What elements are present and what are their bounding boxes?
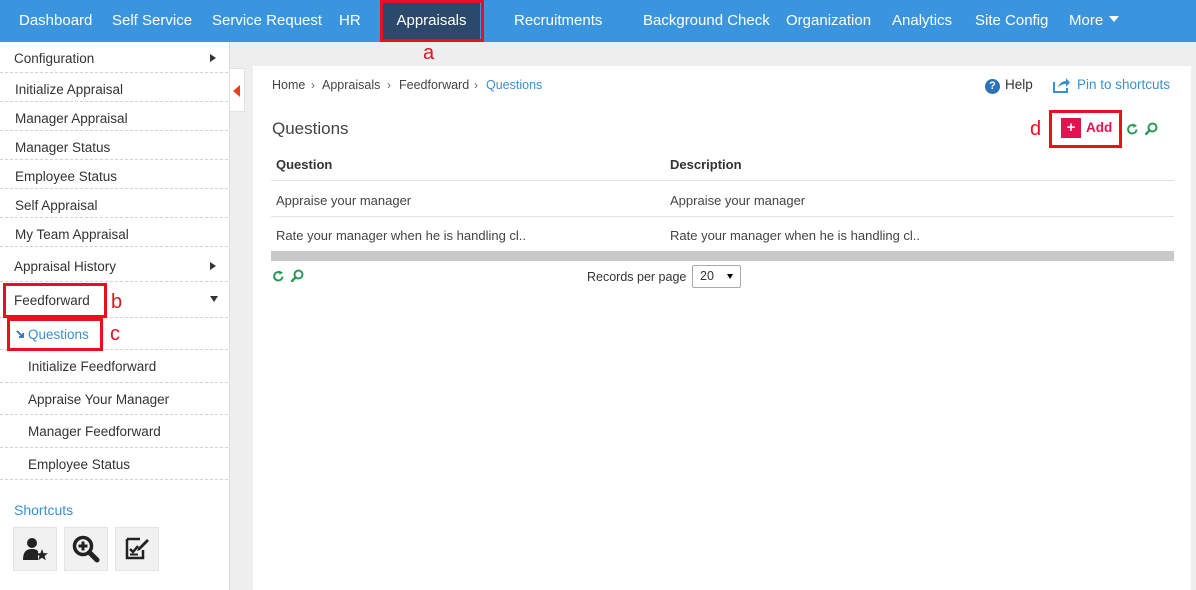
header-divider [271,180,1174,181]
help-icon[interactable]: ? [985,79,1000,94]
sidebar-feedforward-label: Feedforward [14,293,90,308]
cell-question: Appraise your manager [276,193,412,208]
breadcrumb-separator-icon: › [474,78,478,92]
breadcrumb-home[interactable]: Home [272,78,305,92]
nav-more[interactable]: More [1069,0,1120,42]
shortcut-checklist-button[interactable] [115,527,159,571]
user-star-icon [23,538,48,561]
breadcrumb-separator-icon: › [311,78,315,92]
nav-hr[interactable]: HR [339,0,361,42]
sidebar-configuration[interactable]: Configuration [0,42,228,73]
sidebar-item-self-appraisal[interactable]: Self Appraisal [0,189,228,218]
sidebar-item-employee-status[interactable]: Employee Status [0,160,228,189]
refresh-icon[interactable] [1126,123,1139,136]
annotation-label-d: d [1030,118,1042,140]
plus-icon: + [1061,118,1081,138]
top-navigation-bar: Dashboard Self Service Service Request H… [0,0,1196,42]
nav-background-check[interactable]: Background Check [643,0,770,42]
sidebar-item-manager-appraisal[interactable]: Manager Appraisal [0,102,228,131]
chevron-right-icon [210,262,216,270]
arrow-down-right-icon [16,330,24,338]
sidebar-sub-questions-label: Questions [28,327,89,342]
nav-more-label: More [1069,12,1104,29]
checklist-edit-icon [125,537,149,560]
shortcut-zoom-button[interactable] [64,527,108,571]
breadcrumb-appraisals[interactable]: Appraisals [322,78,380,92]
cell-description: Appraise your manager [670,193,806,208]
nav-recruitments[interactable]: Recruitments [514,0,602,42]
add-button-label: Add [1086,120,1113,135]
search-icon[interactable] [1145,122,1158,135]
sidebar-sub-appraise-your-manager[interactable]: Appraise Your Manager [0,383,228,415]
nav-appraisals[interactable]: Appraisals [383,0,480,42]
nav-self-service[interactable]: Self Service [112,0,192,42]
pin-to-shortcuts-link[interactable]: Pin to shortcuts [1077,77,1170,92]
main-panel: Home › Appraisals › Feedforward › Questi… [253,66,1191,590]
records-per-page-value: 20 [700,269,714,283]
chevron-down-icon [1109,16,1120,22]
share-pin-icon[interactable] [1052,77,1071,93]
sidebar-sub-manager-feedforward[interactable]: Manager Feedforward [0,415,228,448]
breadcrumb-questions: Questions [486,78,543,92]
zoom-in-icon [72,535,100,563]
nav-service-request[interactable]: Service Request [212,0,322,42]
cell-question: Rate your manager when he is handling cl… [276,228,527,243]
cell-description: Rate your manager when he is handling cl… [670,228,921,243]
annotation-label-b: b [111,291,123,313]
shortcut-user-star-button[interactable] [13,527,57,571]
page-title: Questions [272,119,349,138]
sidebar-appraisal-history[interactable]: Appraisal History [0,247,228,282]
search-icon[interactable] [291,269,304,282]
breadcrumb-feedforward[interactable]: Feedforward [399,78,469,92]
records-per-page-select[interactable]: 20 [692,265,741,288]
row-divider [271,216,1174,217]
column-header-description[interactable]: Description [670,157,742,172]
refresh-icon[interactable] [272,270,285,283]
sidebar-sub-employee-status[interactable]: Employee Status [0,448,228,480]
nav-dashboard[interactable]: Dashboard [19,0,92,42]
sidebar-item-initialize-appraisal[interactable]: Initialize Appraisal [0,73,228,102]
nav-analytics[interactable]: Analytics [892,0,952,42]
annotation-label-a: a [423,42,435,64]
add-button[interactable]: + Add [1061,118,1117,142]
records-per-page-label: Records per page [587,270,687,284]
sidebar-configuration-label: Configuration [14,51,95,66]
sidebar-collapse-toggle[interactable] [230,68,245,112]
sidebar-item-my-team-appraisal[interactable]: My Team Appraisal [0,218,228,247]
nav-site-config[interactable]: Site Config [975,0,1048,42]
annotation-label-c: c [110,323,120,345]
chevron-down-icon [727,274,733,279]
sidebar-appraisal-history-label: Appraisal History [14,259,117,274]
chevron-left-icon [233,85,240,97]
sidebar-item-manager-status[interactable]: Manager Status [0,131,228,160]
chevron-down-icon [210,296,218,302]
sidebar: Configuration Initialize Appraisal Manag… [0,42,230,590]
shortcuts-title: Shortcuts [14,502,74,518]
chevron-right-icon [210,54,216,62]
nav-organization[interactable]: Organization [786,0,871,42]
breadcrumb-separator-icon: › [387,78,391,92]
horizontal-scrollbar[interactable] [271,251,1174,261]
sidebar-sub-initialize-feedforward[interactable]: Initialize Feedforward [0,350,228,383]
column-header-question[interactable]: Question [276,157,332,172]
help-link[interactable]: Help [1005,77,1033,92]
